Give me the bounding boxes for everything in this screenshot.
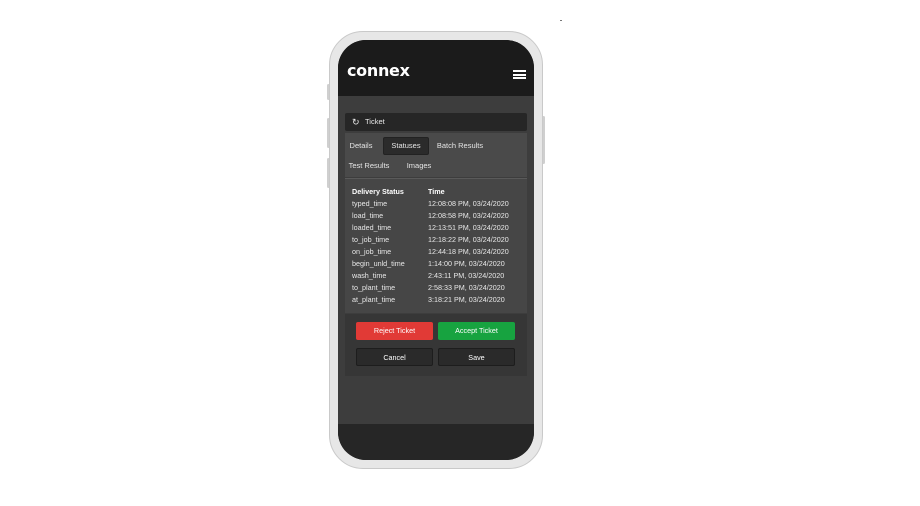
status-name: typed_time: [352, 199, 388, 208]
status-time: 12:08:08 PM, 03/24/2020: [428, 199, 509, 208]
accept-ticket-button[interactable]: Accept Ticket: [438, 322, 515, 340]
status-name: loaded_time: [352, 223, 392, 232]
ticket-card-header: ↻ Ticket: [345, 113, 527, 131]
delivery-status-table: Delivery Status Time typed_time 12:08:08…: [345, 178, 527, 313]
tab-images[interactable]: Images: [403, 157, 435, 175]
connex-logo: connex: [347, 61, 410, 80]
hamburger-menu-icon[interactable]: [513, 70, 526, 79]
column-header-delivery-status: Delivery Status: [352, 187, 404, 196]
status-time: 12:13:51 PM, 03/24/2020: [428, 223, 509, 232]
status-time: 2:58:33 PM, 03/24/2020: [428, 283, 505, 292]
status-time: 12:18:22 PM, 03/24/2020: [428, 235, 509, 244]
cancel-button[interactable]: Cancel: [356, 348, 433, 366]
phone-screen: connex ↻ Ticket Details Statuses Batch R…: [338, 40, 534, 460]
status-time: 12:08:58 PM, 03/24/2020: [428, 211, 509, 220]
table-row: begin_unld_time 1:14:00 PM, 03/24/2020: [345, 258, 527, 270]
stray-mark: [560, 20, 562, 21]
refresh-icon[interactable]: ↻: [352, 117, 360, 127]
status-time: 2:43:11 PM, 03/24/2020: [428, 271, 505, 280]
ticket-tabs: Details Statuses Batch Results Test Resu…: [345, 133, 527, 177]
status-time: 1:14:00 PM, 03/24/2020: [428, 259, 505, 268]
ticket-page: ↻ Ticket Details Statuses Batch Results …: [338, 96, 534, 424]
status-name: wash_time: [352, 271, 387, 280]
tab-batch-results[interactable]: Batch Results: [435, 137, 485, 155]
ticket-actions: Reject Ticket Accept Ticket Cancel Save: [345, 314, 527, 376]
reject-ticket-button[interactable]: Reject Ticket: [356, 322, 433, 340]
tab-statuses[interactable]: Statuses: [383, 137, 429, 155]
table-row: load_time 12:08:58 PM, 03/24/2020: [345, 210, 527, 222]
save-button[interactable]: Save: [438, 348, 515, 366]
table-row: typed_time 12:08:08 PM, 03/24/2020: [345, 198, 527, 210]
status-name: to_job_time: [352, 235, 390, 244]
app-header: connex: [338, 40, 534, 96]
status-name: begin_unld_time: [352, 259, 405, 268]
status-name: on_job_time: [352, 247, 392, 256]
status-name: at_plant_time: [352, 295, 396, 304]
status-time: 12:44:18 PM, 03/24/2020: [428, 247, 509, 256]
table-row: to_job_time 12:18:22 PM, 03/24/2020: [345, 234, 527, 246]
status-name: load_time: [352, 211, 384, 220]
page-footer-area: [338, 424, 534, 460]
column-header-time: Time: [428, 187, 445, 196]
table-row: loaded_time 12:13:51 PM, 03/24/2020: [345, 222, 527, 234]
status-name: to_plant_time: [352, 283, 396, 292]
tab-test-results[interactable]: Test Results: [345, 157, 393, 175]
tab-details[interactable]: Details: [345, 137, 377, 155]
ticket-title: Ticket: [365, 117, 385, 126]
table-row: at_plant_time 3:18:21 PM, 03/24/2020: [345, 294, 527, 306]
table-row: on_job_time 12:44:18 PM, 03/24/2020: [345, 246, 527, 258]
table-row: wash_time 2:43:11 PM, 03/24/2020: [345, 270, 527, 282]
phone-frame: connex ↻ Ticket Details Statuses Batch R…: [329, 31, 543, 469]
table-row: to_plant_time 2:58:33 PM, 03/24/2020: [345, 282, 527, 294]
status-time: 3:18:21 PM, 03/24/2020: [428, 295, 505, 304]
